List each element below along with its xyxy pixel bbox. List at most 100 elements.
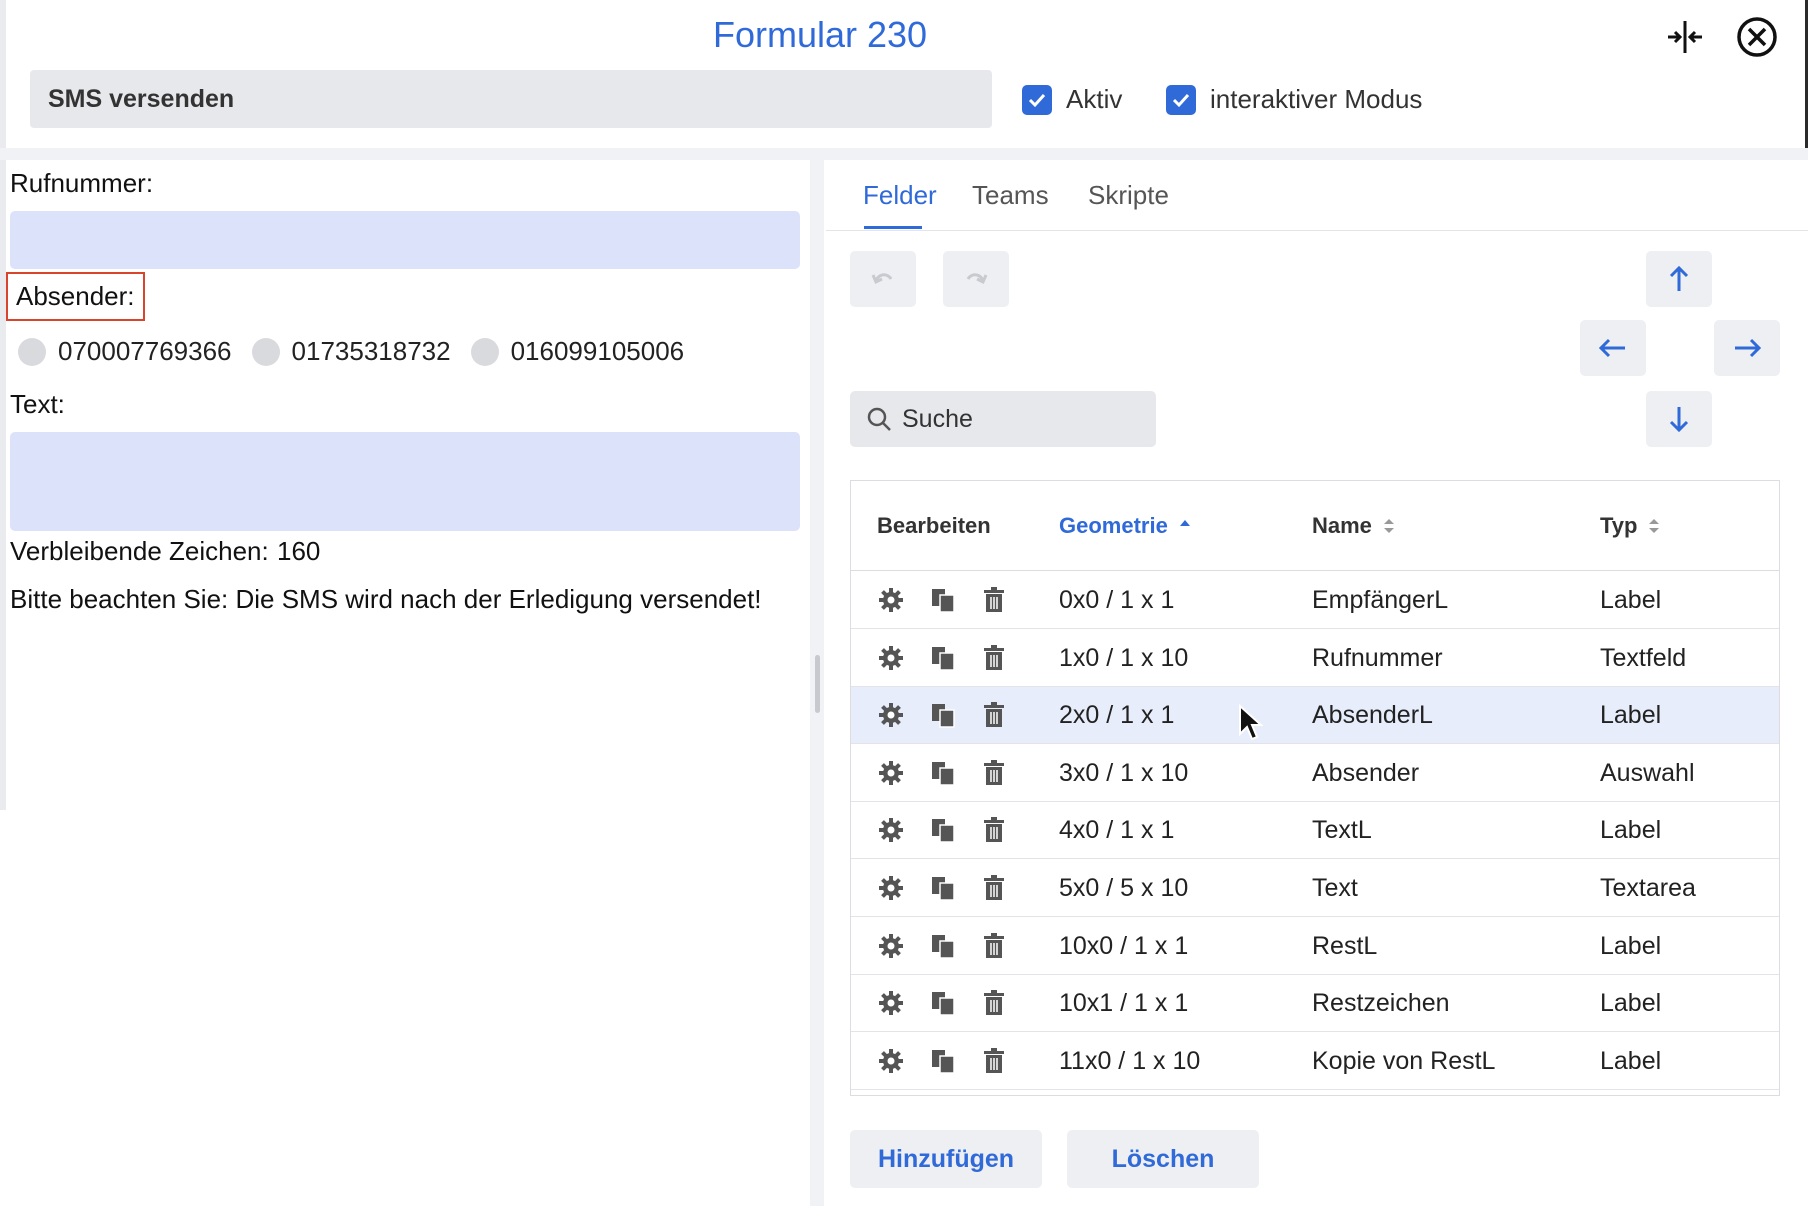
- settings-gear-icon[interactable]: [876, 873, 906, 903]
- cell-name: Restzeichen: [1312, 989, 1450, 1018]
- checkbox-interactive-mode[interactable]: interaktiver Modus: [1166, 84, 1422, 115]
- arrow-down-icon: [1669, 407, 1689, 433]
- fields-table: Bearbeiten Geometrie Name Typ 0x0 / 1 x …: [850, 480, 1780, 1096]
- table-row[interactable]: 11x0 / 1 x 10 Kopie von RestL Label: [851, 1033, 1779, 1090]
- table-row[interactable]: 10x1 / 1 x 1 Restzeichen Label: [851, 975, 1779, 1033]
- column-header-type[interactable]: Typ: [1600, 513, 1661, 539]
- phone-label: Rufnummer:: [10, 168, 154, 198]
- tab-teams[interactable]: Teams: [972, 180, 1049, 211]
- table-row[interactable]: 3x0 / 1 x 10 Absender Auswahl: [851, 745, 1779, 802]
- sort-icon: [1383, 519, 1394, 533]
- column-header-name[interactable]: Name: [1312, 513, 1396, 539]
- checkbox-checked-icon[interactable]: [1166, 84, 1196, 115]
- trash-icon[interactable]: [979, 1046, 1009, 1076]
- cell-type: Auswahl: [1600, 758, 1695, 787]
- checkbox-interactive-label: interaktiver Modus: [1210, 84, 1423, 114]
- duplicate-icon[interactable]: [928, 1046, 958, 1076]
- table-row[interactable]: 2x0 / 1 x 1 AbsenderL Label: [851, 687, 1779, 745]
- radio-button[interactable]: [470, 337, 499, 366]
- redo-icon: [966, 273, 988, 285]
- trash-icon[interactable]: [979, 815, 1009, 845]
- close-button[interactable]: [1732, 12, 1782, 62]
- column-header-geometry[interactable]: Geometrie: [1059, 513, 1192, 539]
- table-header: Bearbeiten Geometrie Name Typ: [851, 481, 1779, 571]
- settings-gear-icon[interactable]: [876, 643, 906, 673]
- text-textarea[interactable]: [10, 432, 800, 531]
- duplicate-icon[interactable]: [928, 643, 958, 673]
- cell-name: RestL: [1312, 931, 1378, 960]
- table-row[interactable]: 10x0 / 1 x 1 RestL Label: [851, 918, 1779, 975]
- sender-label[interactable]: Absender:: [6, 272, 145, 321]
- panel-resize-handle[interactable]: [815, 655, 820, 713]
- table-row[interactable]: 5x0 / 5 x 10 Text Textarea: [851, 860, 1779, 917]
- search-icon: [867, 407, 891, 431]
- duplicate-icon[interactable]: [928, 873, 958, 903]
- cell-geometry: 4x0 / 1 x 1: [1059, 816, 1175, 845]
- trash-icon[interactable]: [979, 643, 1009, 673]
- move-left-button[interactable]: [1580, 320, 1646, 376]
- settings-gear-icon[interactable]: [876, 988, 906, 1018]
- settings-gear-icon[interactable]: [876, 1046, 906, 1076]
- redo-button[interactable]: [943, 251, 1009, 307]
- page-title: Formular 230: [712, 14, 928, 55]
- sender-radio-group: 070007769366 01735318732 016099105006: [18, 336, 704, 367]
- arrow-right-icon: [1735, 338, 1762, 358]
- move-down-button[interactable]: [1646, 391, 1712, 447]
- settings-gear-icon[interactable]: [876, 815, 906, 845]
- duplicate-icon[interactable]: [928, 585, 958, 615]
- sender-option[interactable]: 016099105006: [470, 336, 684, 367]
- settings-gear-icon[interactable]: [876, 585, 906, 615]
- checkbox-aktiv-label: Aktiv: [1066, 84, 1123, 114]
- radio-button[interactable]: [18, 337, 46, 366]
- phone-input[interactable]: [10, 211, 800, 269]
- cell-geometry: 11x0 / 1 x 10: [1059, 1046, 1201, 1075]
- collapse-panels-button[interactable]: [1660, 12, 1710, 62]
- duplicate-icon[interactable]: [928, 931, 958, 961]
- duplicate-icon[interactable]: [928, 815, 958, 845]
- active-tab-indicator: [864, 226, 922, 229]
- checkbox-aktiv[interactable]: Aktiv: [1022, 84, 1122, 115]
- sort-icon: [1649, 519, 1660, 533]
- trash-icon[interactable]: [979, 931, 1009, 961]
- trash-icon[interactable]: [979, 700, 1009, 730]
- duplicate-icon[interactable]: [928, 988, 958, 1018]
- table-row[interactable]: 4x0 / 1 x 1 TextL Label: [851, 802, 1779, 860]
- mouse-cursor-icon: [1239, 704, 1264, 741]
- settings-gear-icon[interactable]: [876, 758, 906, 788]
- trash-icon[interactable]: [979, 758, 1009, 788]
- close-circle-icon: [1737, 17, 1777, 57]
- trash-icon[interactable]: [979, 873, 1009, 903]
- form-name-input[interactable]: [30, 70, 992, 128]
- split-icon: [1668, 21, 1702, 53]
- add-field-button[interactable]: Hinzufügen: [850, 1130, 1042, 1188]
- search-input[interactable]: [902, 391, 1152, 447]
- settings-gear-icon[interactable]: [876, 931, 906, 961]
- cell-type: Label: [1600, 816, 1662, 845]
- undo-button[interactable]: [850, 251, 916, 307]
- cell-type: Label: [1600, 931, 1662, 960]
- cell-name: Text: [1312, 874, 1358, 902]
- tab-skripte[interactable]: Skripte: [1088, 180, 1169, 211]
- duplicate-icon[interactable]: [928, 700, 958, 730]
- sender-option[interactable]: 01735318732: [251, 336, 451, 367]
- table-row[interactable]: 1x0 / 1 x 10 Rufnummer Textfeld: [851, 630, 1779, 687]
- radio-button[interactable]: [251, 337, 280, 366]
- cell-geometry: 10x0 / 1 x 1: [1059, 931, 1189, 960]
- settings-gear-icon[interactable]: [876, 700, 906, 730]
- cell-name: AbsenderL: [1312, 701, 1433, 730]
- cell-geometry: 10x1 / 1 x 1: [1059, 989, 1189, 1018]
- move-up-button[interactable]: [1646, 251, 1712, 307]
- delete-field-button[interactable]: Löschen: [1067, 1130, 1259, 1188]
- move-right-button[interactable]: [1714, 320, 1780, 376]
- trash-icon[interactable]: [979, 585, 1009, 615]
- checkbox-checked-icon[interactable]: [1022, 84, 1052, 115]
- duplicate-icon[interactable]: [928, 758, 958, 788]
- trash-icon[interactable]: [979, 988, 1009, 1018]
- table-row[interactable]: 0x0 / 1 x 1 EmpfängerL Label: [851, 572, 1779, 629]
- tab-felder[interactable]: Felder: [863, 180, 937, 211]
- sender-option[interactable]: 070007769366: [18, 336, 232, 367]
- remaining-chars-label: Verbleibende Zeichen:: [10, 536, 269, 566]
- cell-name: Absender: [1312, 758, 1420, 787]
- cell-name: EmpfängerL: [1312, 586, 1449, 614]
- cell-type: Label: [1600, 1046, 1662, 1075]
